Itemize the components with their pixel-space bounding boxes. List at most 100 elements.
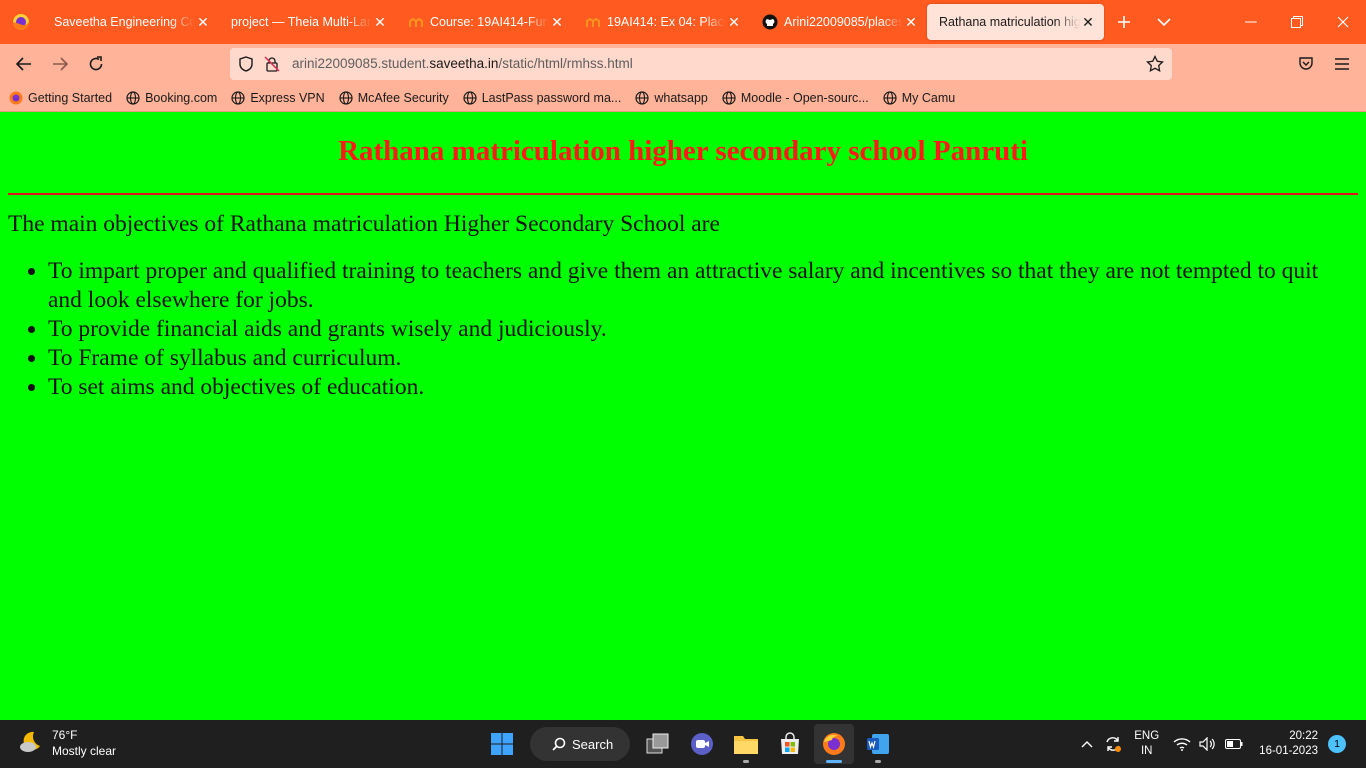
horizontal-rule xyxy=(8,193,1358,195)
volume-icon[interactable] xyxy=(1196,737,1220,751)
chevron-up-icon[interactable] xyxy=(1075,740,1099,748)
close-window-button[interactable] xyxy=(1320,0,1366,44)
bookmark-whatsapp[interactable]: whatsapp xyxy=(634,90,708,106)
firefox-menu-icon[interactable] xyxy=(0,0,42,44)
pocket-button[interactable] xyxy=(1288,48,1324,80)
start-button[interactable] xyxy=(482,724,522,764)
close-tab-icon[interactable]: ✕ xyxy=(549,14,565,30)
tab-rathana-active[interactable]: Rathana matriculation higher ✕ xyxy=(927,4,1104,40)
bookmark-label: Express VPN xyxy=(250,90,325,105)
list-item: To provide financial aids and grants wis… xyxy=(48,315,1348,344)
bookmark-mcafee[interactable]: McAfee Security xyxy=(338,90,449,106)
minimize-button[interactable] xyxy=(1228,0,1274,44)
bookmark-label: whatsapp xyxy=(654,90,708,105)
firefox-icon xyxy=(8,90,24,106)
clock-date: 16-01-2023 xyxy=(1259,745,1318,757)
tab-ex04-places[interactable]: 19AI414: Ex 04: Places Around ✕ xyxy=(573,4,750,40)
weather-widget[interactable]: 76°F Mostly clear xyxy=(16,727,116,759)
globe-icon xyxy=(721,90,737,106)
word-icon[interactable] xyxy=(858,724,898,764)
task-view-icon[interactable] xyxy=(638,724,678,764)
bookmark-label: Moodle - Open-sourc... xyxy=(740,90,869,105)
navigation-toolbar: arini22009085.student.saveetha.in/static… xyxy=(0,44,1366,84)
globe-icon xyxy=(882,90,898,106)
globe-icon xyxy=(462,90,478,106)
tab-saveetha[interactable]: Saveetha Engineering College ✕ xyxy=(42,4,219,40)
clock[interactable]: 20:22 16-01-2023 xyxy=(1259,729,1318,759)
tab-strip: Saveetha Engineering College ✕ project —… xyxy=(0,0,1366,44)
bookmark-booking[interactable]: Booking.com xyxy=(125,90,217,106)
search-icon xyxy=(552,737,566,754)
list-item: To impart proper and qualified training … xyxy=(48,257,1348,314)
list-item: To Frame of syllabus and curriculum. xyxy=(48,344,1348,373)
globe-icon xyxy=(230,90,246,106)
tab-title: 19AI414: Ex 04: Places Around xyxy=(607,15,726,29)
tab-title: Course: 19AI414-Fundamentals xyxy=(430,15,549,29)
list-item: To set aims and objectives of education. xyxy=(48,373,1348,402)
page-heading: Rathana matriculation higher secondary s… xyxy=(338,135,1028,167)
moodle-icon xyxy=(585,14,601,30)
tab-course-19ai414[interactable]: Course: 19AI414-Fundamentals ✕ xyxy=(396,4,573,40)
battery-icon[interactable] xyxy=(1222,739,1246,749)
bookmark-label: My Camu xyxy=(901,90,956,105)
bookmark-getting-started[interactable]: Getting Started xyxy=(8,90,112,106)
address-bar[interactable]: arini22009085.student.saveetha.in/static… xyxy=(230,48,1172,80)
bookmarks-toolbar: Getting Started Booking.com Express VPN … xyxy=(0,84,1366,112)
bookmark-lastpass[interactable]: LastPass password ma... xyxy=(462,90,622,106)
bookmark-express-vpn[interactable]: Express VPN xyxy=(230,90,325,106)
taskbar-search-button[interactable]: Search xyxy=(530,727,630,761)
search-label: Search xyxy=(572,736,614,752)
teams-chat-icon[interactable] xyxy=(682,724,722,764)
restore-button[interactable] xyxy=(1274,0,1320,44)
bookmark-my-camu[interactable]: My Camu xyxy=(882,90,955,106)
globe-icon xyxy=(125,90,141,106)
close-tab-icon[interactable]: ✕ xyxy=(195,14,211,30)
wifi-icon[interactable] xyxy=(1170,737,1194,751)
file-explorer-icon[interactable] xyxy=(726,724,766,764)
tab-github-repo[interactable]: Arini22009085/places-around ✕ xyxy=(750,4,927,40)
url-text: arini22009085.student.saveetha.in/static… xyxy=(292,56,633,71)
app-menu-button[interactable] xyxy=(1324,48,1360,80)
forward-button[interactable] xyxy=(42,48,78,80)
bookmark-label: McAfee Security xyxy=(357,90,449,105)
tracking-protection-icon[interactable] xyxy=(238,56,254,75)
bookmark-label: Booking.com xyxy=(145,90,218,105)
system-tray: ENG IN 20:22 16-01-2023 1 xyxy=(1074,720,1366,768)
globe-icon xyxy=(338,90,354,106)
tab-title: project — Theia Multi-Language xyxy=(231,15,372,29)
github-icon xyxy=(762,14,778,30)
url-path: /static/html/rmhss.html xyxy=(498,56,633,71)
back-button[interactable] xyxy=(6,48,42,80)
tab-title: Arini22009085/places-around xyxy=(784,15,903,29)
new-tab-button[interactable] xyxy=(1104,0,1144,44)
url-prefix: arini22009085.student. xyxy=(292,56,430,71)
windows-taskbar: 76°F Mostly clear Search ENG IN 20:22 16… xyxy=(0,720,1366,768)
bookmark-label: LastPass password ma... xyxy=(481,90,622,105)
close-tab-icon[interactable]: ✕ xyxy=(903,14,919,30)
moon-cloud-icon xyxy=(16,728,44,759)
close-tab-icon[interactable]: ✕ xyxy=(372,14,388,30)
weather-temperature: 76°F xyxy=(52,728,78,742)
clock-time: 20:22 xyxy=(1289,730,1318,742)
taskbar-apps: Search xyxy=(480,724,900,764)
region-code: IN xyxy=(1140,745,1153,757)
language-indicator[interactable]: ENG IN xyxy=(1134,729,1159,759)
close-tab-icon[interactable]: ✕ xyxy=(1080,14,1096,30)
tab-theia-project[interactable]: project — Theia Multi-Language ✕ xyxy=(219,4,396,40)
objectives-list: To impart proper and qualified training … xyxy=(48,257,1348,402)
close-tab-icon[interactable]: ✕ xyxy=(726,14,742,30)
bookmark-star-icon[interactable] xyxy=(1146,54,1164,76)
bookmark-moodle[interactable]: Moodle - Open-sourc... xyxy=(721,90,869,106)
sync-update-icon[interactable] xyxy=(1101,735,1125,753)
weather-description: Mostly clear xyxy=(52,744,117,758)
reload-button[interactable] xyxy=(78,48,114,80)
intro-paragraph: The main objectives of Rathana matricula… xyxy=(8,211,720,237)
globe-icon xyxy=(634,90,650,106)
insecure-lock-icon[interactable] xyxy=(264,56,280,75)
tab-title: Saveetha Engineering College xyxy=(54,15,195,29)
microsoft-store-icon[interactable] xyxy=(770,724,810,764)
firefox-taskbar-icon[interactable] xyxy=(814,724,854,764)
notification-badge[interactable]: 1 xyxy=(1328,735,1346,753)
list-all-tabs-button[interactable] xyxy=(1144,0,1184,44)
web-page-content: Rathana matriculation higher secondary s… xyxy=(0,113,1366,720)
